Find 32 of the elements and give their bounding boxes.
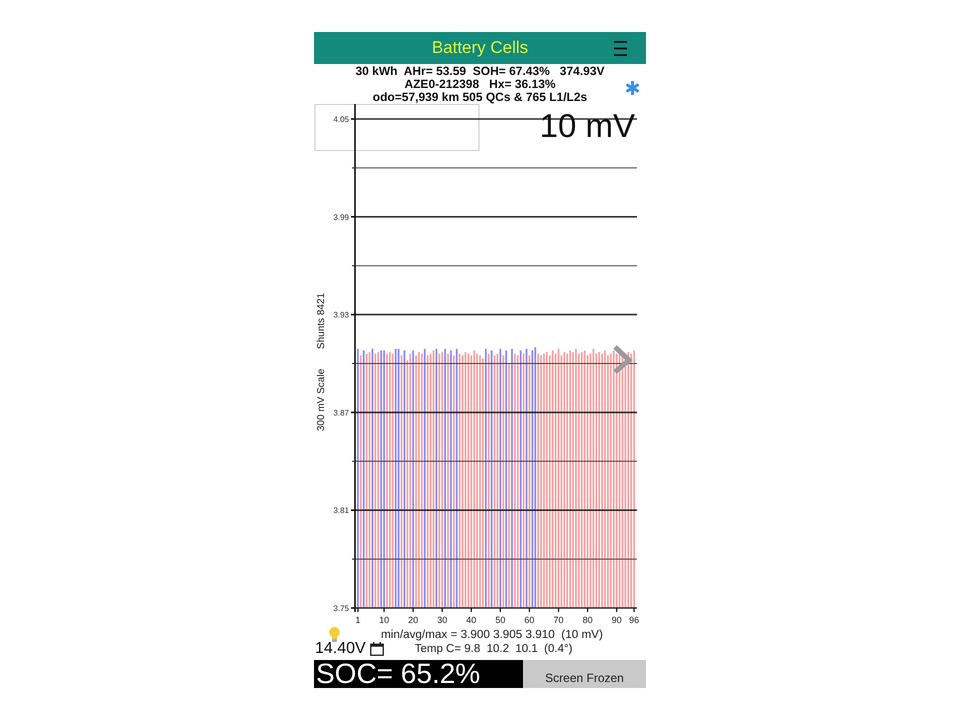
summary-line: 30 kWh AHr= 53.59 SOH= 67.43% 374.93V — [355, 65, 605, 78]
y-axis-label: 300 mV Scale — [316, 368, 327, 432]
shunts-label: Shunts 8421 — [316, 292, 327, 350]
axis-tick-label: 80 — [582, 615, 593, 625]
axis-tick-label: 3.93 — [333, 310, 349, 320]
axis-tick-label: 30 — [437, 615, 448, 625]
axis-tick-label: 90 — [612, 615, 622, 625]
axis-tick-label: 40 — [466, 615, 476, 625]
menu-icon[interactable] — [614, 40, 627, 56]
axis-tick-label: 96 — [629, 615, 640, 625]
axis-tick-label: 60 — [524, 615, 534, 625]
axis-tick-label: 3.87 — [333, 408, 349, 418]
axis-tick-label: 1 — [355, 615, 360, 625]
chevron-right-icon[interactable] — [613, 345, 633, 374]
screen-title: Battery Cells — [432, 38, 528, 58]
axis-tick-label: 4.05 — [333, 115, 349, 124]
temperature-text: Temp C= 9.8 10.2 10.1 (0.4°) — [414, 642, 572, 656]
axis-tick-label: 50 — [495, 615, 506, 625]
axis-tick-label: 3.81 — [333, 506, 349, 516]
axis-tick-label: 3.99 — [333, 212, 349, 222]
axis-tick-label: 20 — [408, 615, 418, 625]
soc-readout: SOC= 65.2% — [314, 660, 523, 688]
summary-line: AZE0-212398 Hx= 36.13% — [404, 78, 556, 91]
axis-tick-label: 3.75 — [333, 604, 349, 613]
asterisk-icon[interactable] — [626, 81, 639, 95]
min-avg-max-text: min/avg/max = 3.900 3.905 3.910 (10 mV) — [381, 628, 603, 640]
axis-tick-label: 70 — [554, 615, 564, 625]
axis-tick-label: 10 — [379, 615, 390, 625]
aux-voltage: 14.40V — [315, 640, 366, 658]
calendar-icon[interactable] — [370, 642, 384, 656]
summary-line: odo=57,939 km 505 QCs & 765 L1/L2s — [372, 91, 588, 104]
screen-frozen-button[interactable]: Screen Frozen — [523, 660, 646, 688]
